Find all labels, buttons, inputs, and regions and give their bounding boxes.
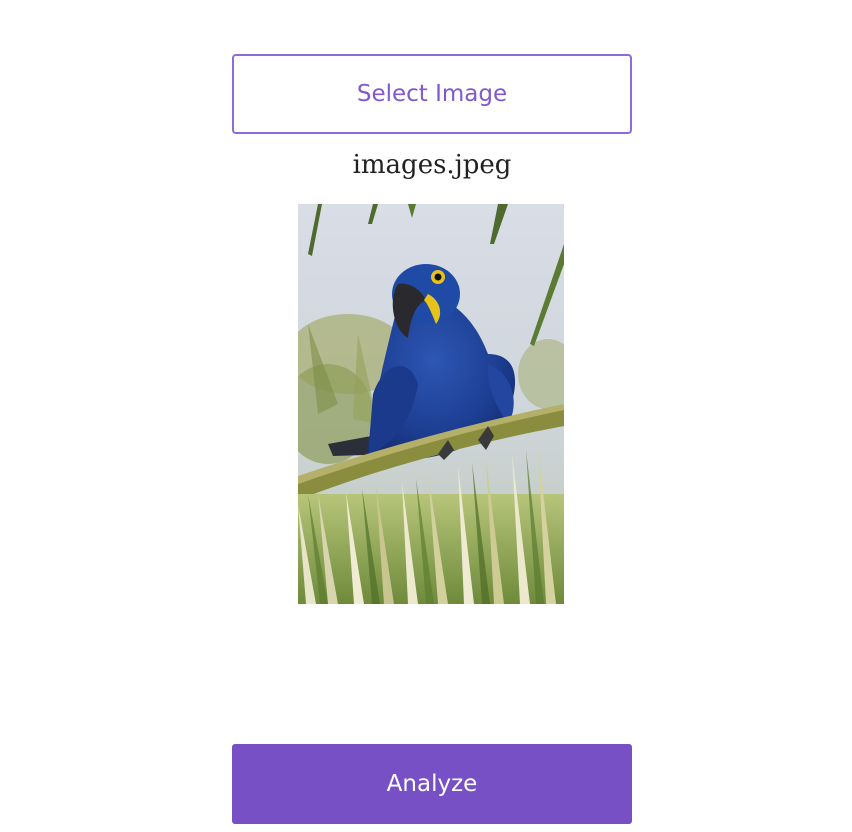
select-image-label: Select Image <box>356 81 508 107</box>
macaw-photo-icon <box>298 204 564 604</box>
image-preview <box>298 204 564 604</box>
analyze-label: Analyze <box>386 771 478 797</box>
selected-file-name: images.jpeg <box>352 150 512 180</box>
analyze-button[interactable]: Analyze <box>232 744 632 824</box>
select-image-button[interactable]: Select Image <box>232 54 632 134</box>
